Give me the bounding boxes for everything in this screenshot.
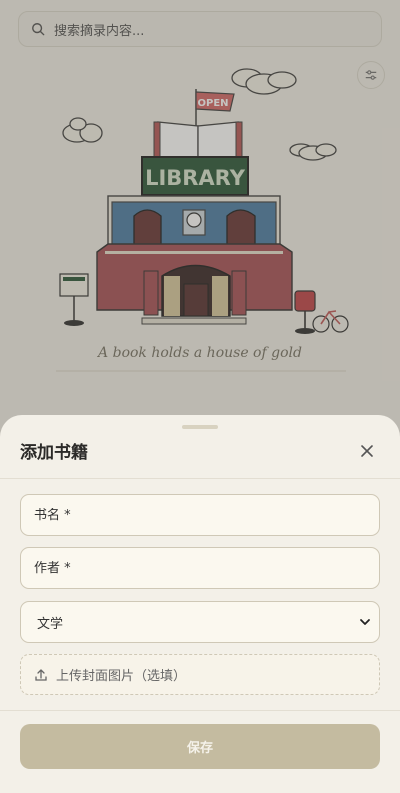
header-divider bbox=[0, 478, 400, 479]
cover-upload-button[interactable]: 上传封面图片（选填） bbox=[20, 654, 380, 695]
upload-icon bbox=[35, 668, 47, 681]
add-book-sheet: 添加书籍 文学 上传封面图片（选填） 保存 bbox=[0, 415, 400, 793]
chevron-down-icon bbox=[360, 619, 370, 625]
drag-handle[interactable] bbox=[182, 425, 218, 429]
book-title-field[interactable] bbox=[20, 494, 380, 536]
author-input[interactable] bbox=[34, 560, 379, 576]
save-button[interactable]: 保存 bbox=[20, 724, 380, 769]
author-field[interactable] bbox=[20, 547, 380, 589]
category-value: 文学 bbox=[37, 616, 64, 632]
footer-divider bbox=[0, 710, 400, 711]
book-title-input[interactable] bbox=[34, 507, 379, 523]
close-button[interactable] bbox=[355, 439, 379, 463]
upload-label: 上传封面图片（选填） bbox=[56, 669, 187, 684]
sheet-title: 添加书籍 bbox=[20, 443, 88, 463]
category-select[interactable]: 文学 bbox=[20, 601, 380, 643]
close-icon bbox=[361, 445, 373, 457]
